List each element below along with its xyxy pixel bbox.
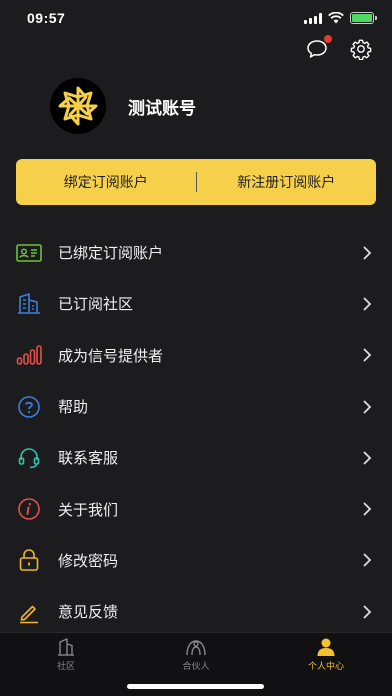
signal-bars-icon: [16, 342, 42, 368]
chevron-right-icon: [363, 348, 372, 362]
chevron-right-icon: [363, 297, 372, 311]
menu-item-change-password[interactable]: 修改密码: [0, 535, 392, 586]
menu-item-label: 关于我们: [58, 500, 119, 519]
bind-account-button[interactable]: 绑定订阅账户: [16, 172, 196, 192]
register-account-button[interactable]: 新注册订阅账户: [197, 172, 377, 192]
header-actions: [306, 35, 372, 61]
menu-item-about-us[interactable]: 关于我们: [0, 483, 392, 534]
person-icon: [317, 638, 335, 656]
status-time: 09:57: [27, 10, 66, 26]
menu-item-feedback[interactable]: 意见反馈: [0, 586, 392, 637]
tab-profile[interactable]: 个人中心: [276, 638, 376, 672]
wifi-icon: [328, 12, 344, 24]
settings-button[interactable]: [350, 38, 372, 61]
menu-item-label: 成为信号提供者: [58, 346, 164, 365]
menu-item-subscribed-communities[interactable]: 已订阅社区: [0, 278, 392, 329]
tab-community[interactable]: 社区: [16, 638, 116, 672]
tab-label: 社区: [56, 662, 75, 672]
building-icon: [16, 291, 42, 317]
menu-item-label: 帮助: [58, 398, 89, 417]
question-icon: [16, 394, 42, 420]
chevron-right-icon: [363, 502, 372, 516]
chevron-right-icon: [363, 246, 372, 260]
menu-item-customer-service[interactable]: 联系客服: [0, 432, 392, 483]
menu-item-label: 意见反馈: [58, 603, 119, 622]
tab-label: 合伙人: [182, 662, 210, 672]
chevron-right-icon: [363, 605, 372, 619]
notification-badge: [324, 35, 332, 43]
menu-item-help[interactable]: 帮助: [0, 381, 392, 432]
partner-icon: [186, 640, 206, 656]
menu-item-bound-accounts[interactable]: 已绑定订阅账户: [0, 227, 392, 278]
menu-item-label: 联系客服: [58, 449, 119, 468]
settings-menu: 已绑定订阅账户 已订阅社区 成为信号提供者 帮助 联系客服 关于我们 修改密码 …: [0, 227, 392, 637]
home-indicator: [127, 684, 264, 689]
chevron-right-icon: [363, 399, 372, 414]
tab-partner[interactable]: 合伙人: [146, 638, 246, 672]
chevron-right-icon: [363, 553, 372, 568]
profile-header: 测试账号: [50, 78, 196, 134]
headset-icon: [16, 445, 42, 471]
menu-item-signal-provider[interactable]: 成为信号提供者: [0, 330, 392, 381]
menu-item-label: 修改密码: [58, 551, 119, 570]
cellular-signal-icon: [304, 12, 322, 24]
battery-icon: [350, 12, 377, 24]
info-icon: [16, 496, 42, 522]
app-logo-icon: [58, 86, 98, 126]
pencil-icon: [16, 599, 42, 625]
id-card-icon: [16, 240, 42, 266]
status-bar: 09:57: [0, 0, 392, 38]
tab-label: 个人中心: [307, 662, 344, 672]
community-icon: [58, 638, 74, 656]
menu-item-label: 已订阅社区: [58, 295, 134, 314]
avatar[interactable]: [50, 78, 106, 134]
username: 测试账号: [128, 98, 196, 119]
status-icons: [304, 12, 377, 24]
lock-icon: [16, 547, 42, 573]
gear-icon: [350, 39, 372, 61]
menu-item-label: 已绑定订阅账户: [58, 244, 164, 263]
message-button[interactable]: [306, 35, 332, 60]
chevron-right-icon: [363, 451, 372, 465]
subscription-card: 绑定订阅账户 新注册订阅账户: [16, 159, 376, 205]
